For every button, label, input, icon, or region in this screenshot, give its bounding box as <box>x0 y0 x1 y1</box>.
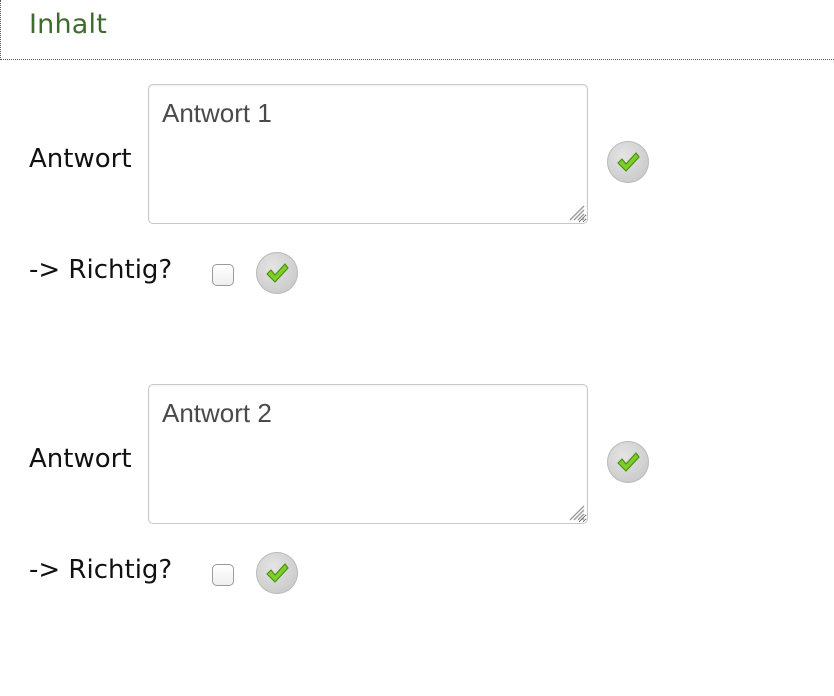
correct-checkbox[interactable] <box>212 264 234 286</box>
resize-grip-icon[interactable] <box>567 503 585 521</box>
answer-label: Antwort <box>29 144 132 174</box>
save-correct-button[interactable] <box>256 552 298 594</box>
section-title: Inhalt <box>29 9 108 40</box>
answer-textarea-wrapper: Antwort 2 <box>148 384 588 524</box>
answer-label: Antwort <box>29 444 132 474</box>
checkmark-icon <box>617 152 640 172</box>
save-answer-button[interactable] <box>607 141 649 183</box>
answer-textarea-wrapper: Antwort 1 <box>148 84 588 224</box>
answer-textarea[interactable]: Antwort 2 <box>148 384 588 524</box>
checkmark-icon <box>266 263 289 283</box>
content-section-header: Inhalt <box>0 0 834 60</box>
save-answer-button[interactable] <box>607 441 649 483</box>
checkmark-icon <box>266 563 289 583</box>
answer-textarea[interactable]: Antwort 1 <box>148 84 588 224</box>
answer-block-2: Antwort Antwort 2 -> Richtig? <box>0 384 834 604</box>
correct-label: -> Richtig? <box>29 255 173 285</box>
correct-checkbox[interactable] <box>212 564 234 586</box>
checkmark-icon <box>617 452 640 472</box>
save-correct-button[interactable] <box>256 252 298 294</box>
answer-block-1: Antwort Antwort 1 -> Richtig? <box>0 84 834 304</box>
correct-label: -> Richtig? <box>29 555 173 585</box>
resize-grip-icon[interactable] <box>567 203 585 221</box>
